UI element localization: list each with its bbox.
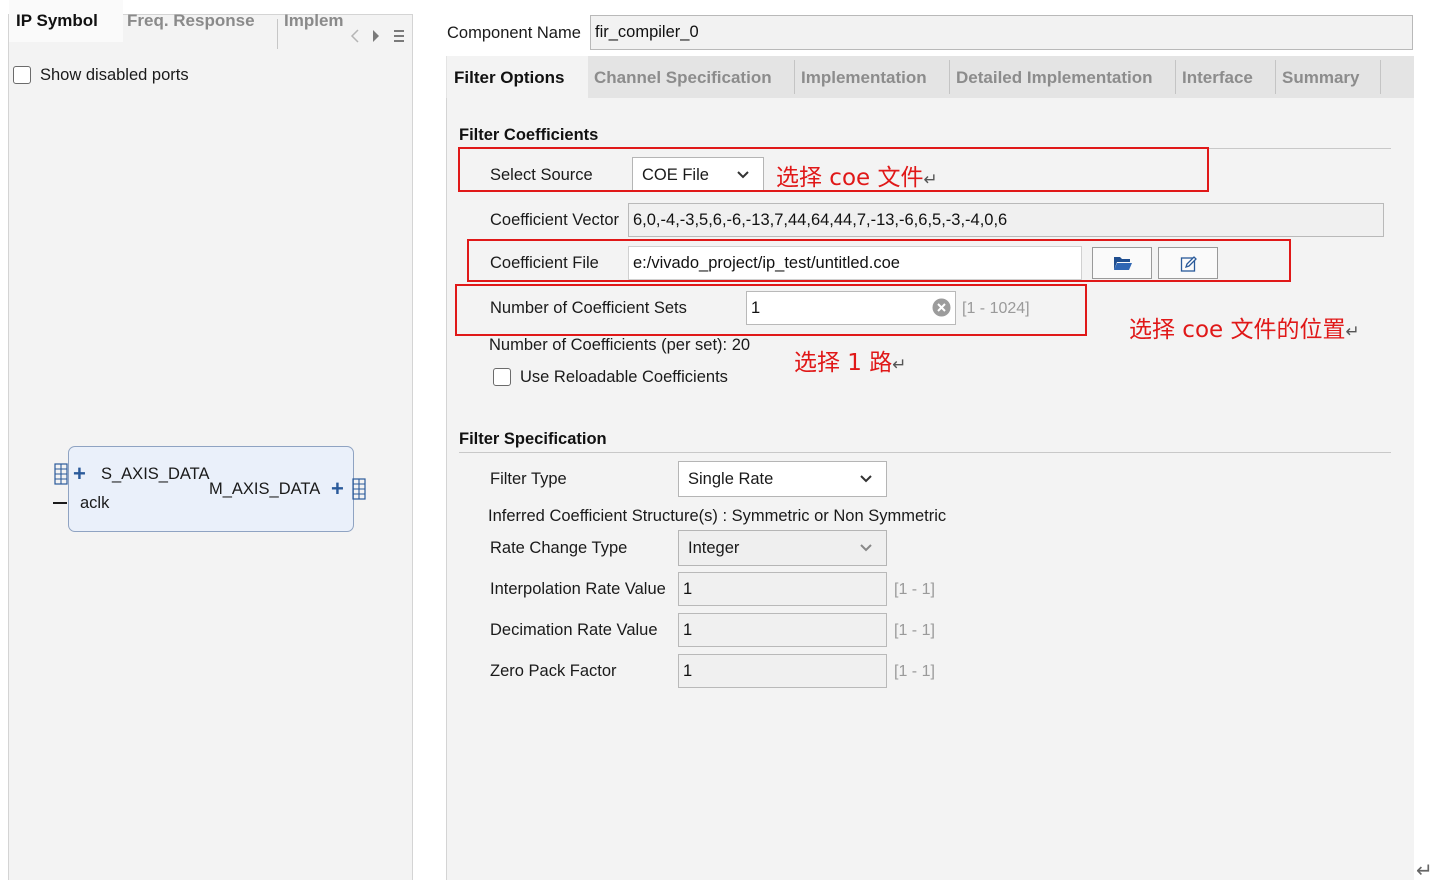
filter-coefficients-title: Filter Coefficients [459,126,599,144]
return-mark: ↵ [1416,860,1433,880]
annotation-box-coefficient-file [467,239,1291,282]
decimation-rate-label: Decimation Rate Value [490,621,658,639]
bus-port-icon [54,463,68,485]
port-m-axis-data: M_AXIS_DATA [209,480,321,498]
filter-specification-title: Filter Specification [459,430,607,448]
zero-pack-factor-label: Zero Pack Factor [490,662,617,680]
tab-implem[interactable]: Implem [284,0,344,42]
component-name-input[interactable]: fir_compiler_0 [590,15,1413,50]
rate-change-type-dropdown[interactable]: Integer [678,530,887,566]
component-name-label: Component Name [447,24,581,42]
annotation-coe-location: 选择 coe 文件的位置↵ [1129,317,1360,343]
rate-change-type-label: Rate Change Type [490,539,628,557]
decimation-rate-range: [1 - 1] [894,622,935,639]
zero-pack-factor-range: [1 - 1] [894,663,935,680]
tab-channel-specification[interactable]: Channel Specification [594,56,772,98]
tab-bar [446,56,1414,98]
port-aclk: aclk [80,494,110,512]
filter-type-dropdown[interactable]: Single Rate [678,461,887,497]
show-disabled-ports-label: Show disabled ports [40,66,189,84]
coefficient-vector-label: Coefficient Vector [490,211,620,229]
tab-interface[interactable]: Interface [1182,56,1253,98]
chevron-down-icon [860,475,872,483]
zero-pack-factor-input[interactable]: 1 [678,654,887,688]
tab-summary[interactable]: Summary [1282,56,1359,98]
num-coefficients-text: Number of Coefficients (per set): 20 [489,336,751,354]
tab-divider [1275,60,1276,94]
annotation-box-coefficient-sets [455,284,1087,336]
interpolation-rate-label: Interpolation Rate Value [490,580,666,598]
menu-icon[interactable] [393,29,405,43]
tab-freq-response[interactable]: Freq. Response [127,0,255,42]
tab-implementation[interactable]: Implementation [801,56,927,98]
inferred-structure-text: Inferred Coefficient Structure(s) : Symm… [488,507,947,525]
reloadable-coefficients-label: Use Reloadable Coefficients [520,368,728,386]
tab-divider [277,19,278,49]
chevron-down-icon [860,544,872,552]
interpolation-rate-range: [1 - 1] [894,581,935,598]
interpolation-rate-input[interactable]: 1 [678,572,887,606]
show-disabled-ports-checkbox[interactable] [13,66,31,84]
scroll-left-icon[interactable] [350,29,360,43]
bus-port-icon [352,478,366,500]
tab-divider [1380,60,1381,94]
scroll-right-icon[interactable] [371,29,381,43]
aclk-pin [53,502,67,504]
decimation-rate-input[interactable]: 1 [678,613,887,647]
tab-ip-symbol[interactable]: IP Symbol [9,0,123,42]
expand-port-icon[interactable]: + [73,463,86,485]
filter-type-label: Filter Type [490,470,567,488]
reloadable-coefficients-checkbox[interactable] [493,368,511,386]
tab-divider [949,60,950,94]
expand-port-icon[interactable]: + [331,478,344,500]
annotation-select-coe: 选择 coe 文件↵ [776,165,938,191]
tab-divider [794,60,795,94]
section-divider [459,452,1391,453]
filter-type-value: Single Rate [688,470,774,488]
tab-detailed-implementation[interactable]: Detailed Implementation [956,56,1152,98]
tab-divider [1175,60,1176,94]
tab-filter-options[interactable]: Filter Options [447,56,588,98]
port-s-axis-data: S_AXIS_DATA [101,465,210,483]
rate-change-type-value: Integer [688,539,740,557]
coefficient-vector-input[interactable]: 6,0,-4,-3,5,6,-6,-13,7,44,64,44,7,-13,-6… [628,203,1384,237]
annotation-one-path: 选择 1 路↵ [794,350,907,376]
